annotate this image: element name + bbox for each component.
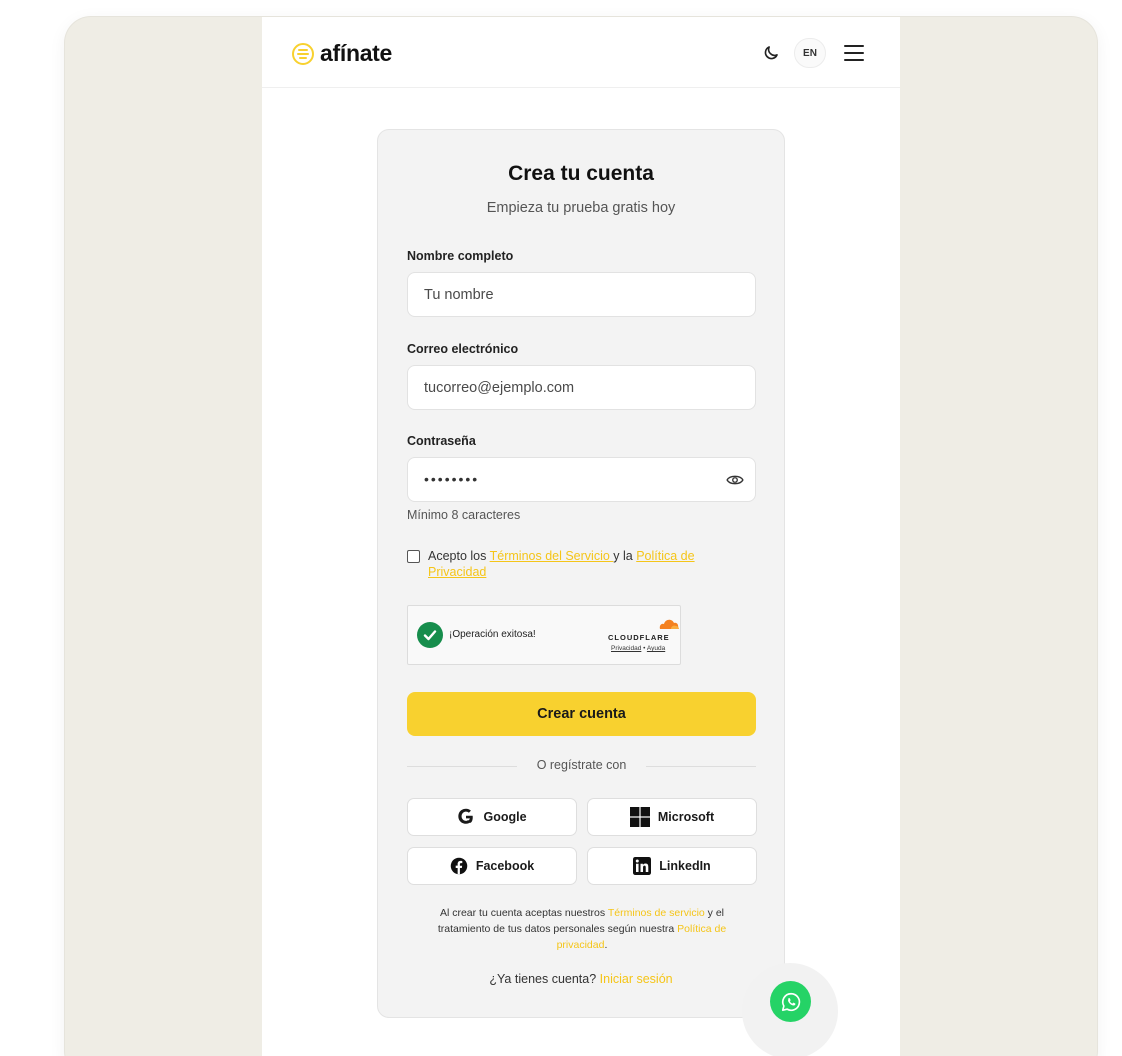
legal-terms-link[interactable]: Términos de servicio xyxy=(608,907,705,919)
terms-text: Acepto los Términos del Servicio y la Po… xyxy=(428,548,737,580)
microsoft-button[interactable]: Microsoft xyxy=(587,798,757,836)
cloudflare-brand: CLOUDFLARE xyxy=(608,633,670,642)
google-icon xyxy=(458,808,474,824)
whatsapp-button[interactable] xyxy=(770,981,811,1022)
facebook-icon xyxy=(450,857,468,875)
password-value: •••••••• xyxy=(424,471,480,487)
whatsapp-icon xyxy=(781,992,800,1011)
email-label: Correo electrónico xyxy=(407,342,519,356)
linkedin-icon xyxy=(633,857,652,875)
captcha-status: ¡Operación exitosa! xyxy=(449,629,536,640)
form-title: Crea tu cuenta xyxy=(508,162,654,185)
checkmark-icon xyxy=(417,622,443,648)
captcha-links: Privacidad • Ayuda xyxy=(611,645,665,652)
language-button[interactable]: EN xyxy=(794,38,826,68)
captcha-widget[interactable]: ¡Operación exitosa! CLOUDFLARE Privacida… xyxy=(407,605,681,665)
logo[interactable]: afínate xyxy=(292,40,392,67)
email-field[interactable] xyxy=(407,365,756,410)
password-label: Contraseña xyxy=(407,434,476,448)
menu-icon[interactable] xyxy=(844,45,864,61)
divider-text: O regístrate con xyxy=(536,758,627,772)
moon-icon[interactable] xyxy=(762,44,780,62)
google-button[interactable]: Google xyxy=(407,798,577,836)
microsoft-icon xyxy=(629,807,650,827)
microsoft-label: Microsoft xyxy=(657,810,715,824)
signup-card: Crea tu cuenta Empieza tu prueba gratis … xyxy=(377,129,785,1018)
terms-checkbox[interactable] xyxy=(407,550,420,563)
facebook-button[interactable]: Facebook xyxy=(407,847,577,885)
captcha-privacy-link[interactable]: Privacidad xyxy=(611,645,641,652)
legal-suffix: . xyxy=(604,939,608,951)
password-hint: Mínimo 8 caracteres xyxy=(407,508,521,522)
linkedin-label: LinkedIn xyxy=(659,859,711,873)
header-actions: EN xyxy=(762,38,864,68)
page: afínate EN Crea tu cuenta Empieza tu pru… xyxy=(262,17,900,1056)
name-label: Nombre completo xyxy=(407,249,514,263)
google-label: Google xyxy=(483,810,527,824)
signin-row: ¿Ya tienes cuenta? Iniciar sesión xyxy=(378,972,784,986)
terms-row: Acepto los Términos del Servicio y la Po… xyxy=(407,548,737,580)
eye-icon[interactable] xyxy=(726,473,744,487)
name-field[interactable] xyxy=(407,272,756,317)
signin-prompt: ¿Ya tienes cuenta? xyxy=(489,972,600,986)
captcha-help-link[interactable]: Ayuda xyxy=(647,645,665,652)
terms-prefix: Acepto los xyxy=(428,549,490,563)
app-frame: afínate EN Crea tu cuenta Empieza tu pru… xyxy=(65,17,1097,1056)
divider: O regístrate con xyxy=(407,758,756,774)
logo-icon xyxy=(292,42,314,65)
signin-link[interactable]: Iniciar sesión xyxy=(600,972,673,986)
facebook-label: Facebook xyxy=(475,859,535,873)
create-account-button[interactable]: Crear cuenta xyxy=(407,692,756,736)
brand-name: afínate xyxy=(320,40,393,66)
terms-middle: y la xyxy=(613,549,637,563)
legal-prefix: Al crear tu cuenta aceptas nuestros xyxy=(439,907,608,919)
linkedin-button[interactable]: LinkedIn xyxy=(587,847,757,885)
form-subtitle: Empieza tu prueba gratis hoy xyxy=(486,200,676,216)
cloudflare-icon xyxy=(659,619,679,629)
terms-link[interactable]: Términos del Servicio xyxy=(490,549,614,563)
top-bar: afínate EN xyxy=(262,17,900,88)
legal-text: Al crear tu cuenta aceptas nuestros Térm… xyxy=(414,905,750,953)
